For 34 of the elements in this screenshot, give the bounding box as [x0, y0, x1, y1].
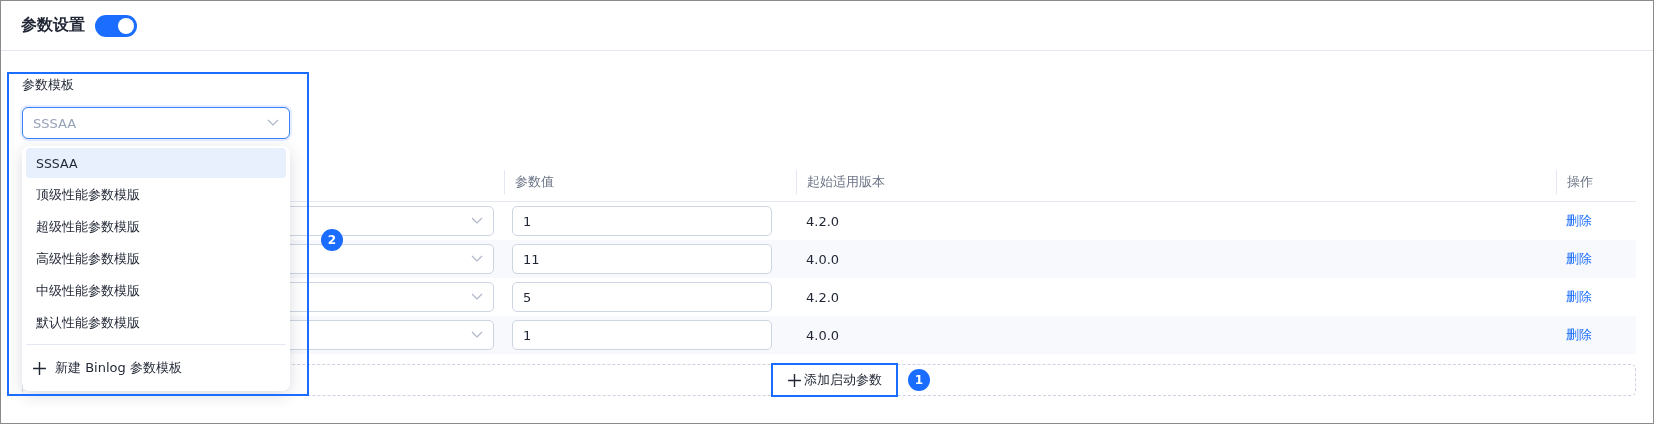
chevron-icon: [267, 119, 279, 127]
dropdown-option[interactable]: 默认性能参数模版: [26, 308, 286, 338]
column-header: 参数值: [504, 170, 554, 194]
chevron-icon: [471, 293, 483, 301]
section-title: 参数设置: [21, 15, 85, 36]
plus-icon: [786, 372, 802, 388]
delete-link[interactable]: 删除: [1564, 326, 1592, 344]
input-field[interactable]: 5: [512, 282, 772, 312]
dropdown-option[interactable]: 超级性能参数模版: [26, 212, 286, 242]
column-header: 操作: [1556, 170, 1593, 194]
version-text: 4.0.0: [805, 251, 840, 267]
field-label: 参数模板: [22, 75, 74, 94]
input-field[interactable]: 1: [512, 206, 772, 236]
chevron-icon: [471, 331, 483, 339]
dropdown-option[interactable]: 中级性能参数模版: [26, 276, 286, 306]
dropdown-option[interactable]: 顶级性能参数模版: [26, 180, 286, 210]
input-field[interactable]: 1: [512, 320, 772, 350]
column-header: 起始适用版本: [796, 170, 885, 194]
version-text: 4.0.0: [805, 327, 840, 343]
number-badge: 1: [908, 369, 930, 391]
plus-icon: [32, 360, 47, 376]
chevron-icon: [471, 217, 483, 225]
dropdown-option[interactable]: 高级性能参数模版: [26, 244, 286, 274]
version-text: 4.2.0: [805, 213, 840, 229]
add-button[interactable]: 添加启动参数: [770, 363, 898, 397]
version-text: 4.2.0: [805, 289, 840, 305]
input-field[interactable]: 11: [512, 244, 772, 274]
chevron-icon: [471, 255, 483, 263]
create-template-option[interactable]: 新建 Binlog 参数模板: [26, 351, 286, 385]
delete-link[interactable]: 删除: [1564, 212, 1592, 230]
toggle-switch[interactable]: [95, 14, 137, 37]
dropdown-option[interactable]: SSSAA: [26, 148, 286, 178]
delete-link[interactable]: 删除: [1564, 288, 1592, 306]
delete-link[interactable]: 删除: [1564, 250, 1592, 268]
